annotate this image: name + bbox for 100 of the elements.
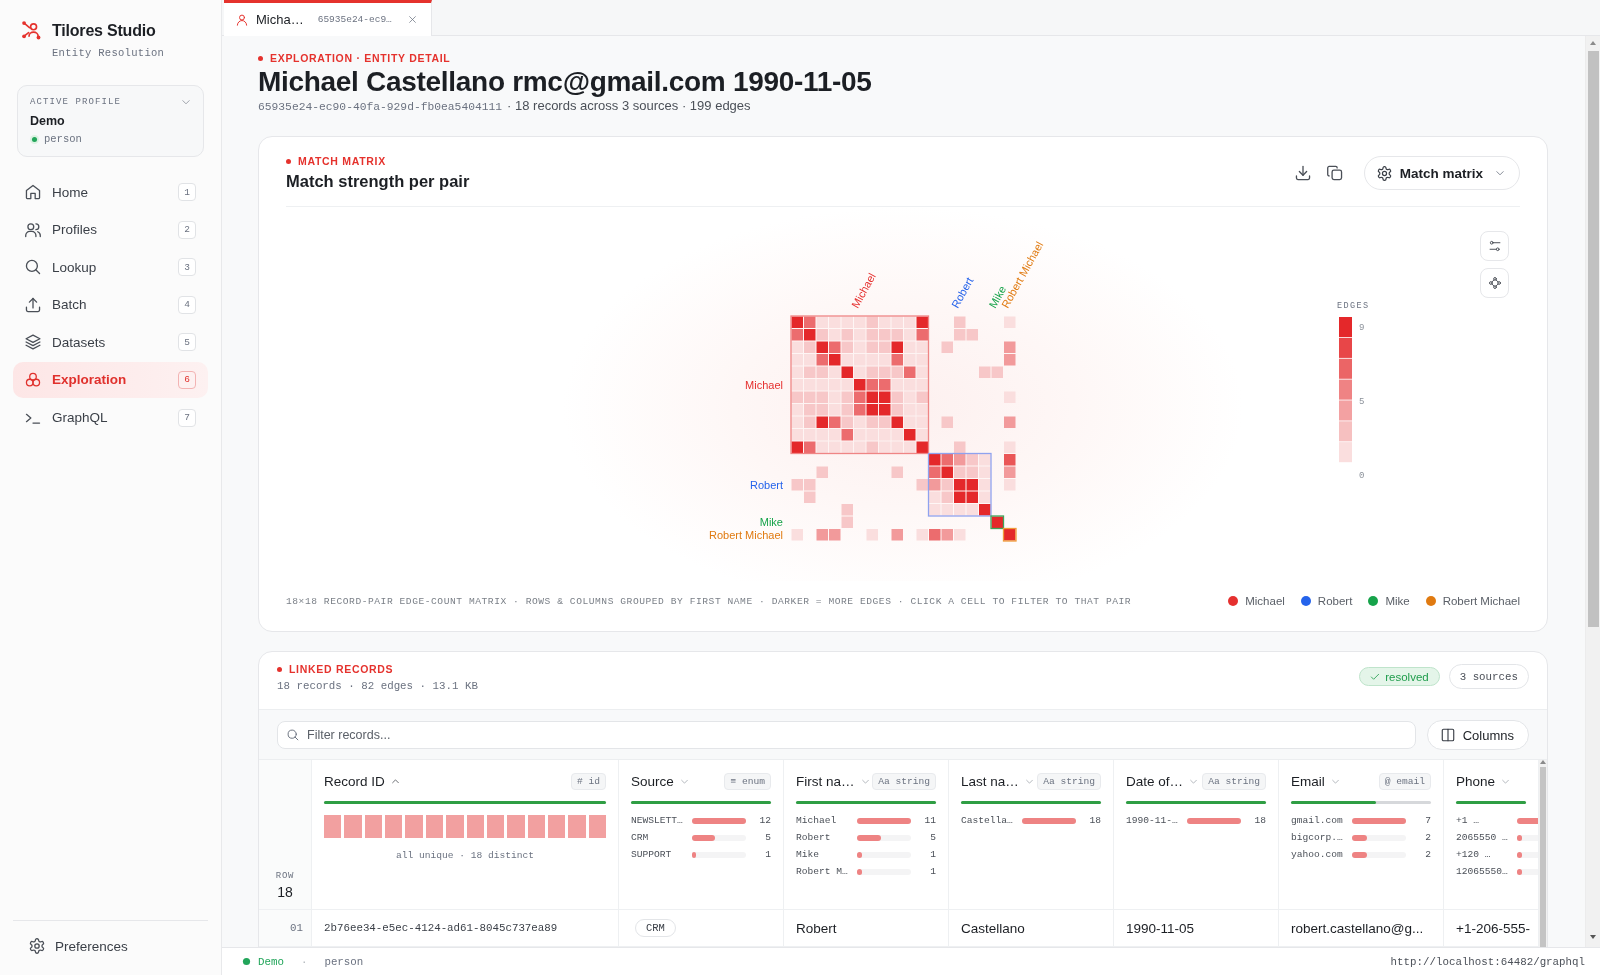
entity-summary: · 18 records across 3 sources · 199 edges	[507, 97, 751, 115]
frequency-track	[1187, 817, 1241, 824]
check-icon	[1370, 671, 1381, 682]
section-eyebrow: LINKED RECORDS	[289, 663, 394, 675]
network-button[interactable]	[1480, 268, 1509, 298]
legend-label: Robert	[1317, 595, 1353, 607]
nav-item[interactable]: Profiles 2	[13, 211, 208, 248]
value-label: Michael	[796, 815, 838, 826]
value-label: +1 …	[1456, 815, 1481, 826]
circles-icon	[25, 371, 41, 388]
profile-label: ACTIVE PROFILE	[30, 97, 121, 107]
column-type-tag: ≡ enum	[724, 772, 771, 790]
column-header[interactable]: Record ID	[324, 773, 400, 789]
columns-button[interactable]: Columns	[1426, 720, 1529, 750]
value-label: gmail.com	[1291, 815, 1344, 826]
chevron-down-icon	[1495, 168, 1505, 178]
scroll-up-arrow-icon[interactable]	[1590, 41, 1596, 45]
sliders-icon	[1488, 240, 1501, 252]
column-header[interactable]: First na…	[796, 773, 870, 789]
tab[interactable]: Micha… 65935e24-ec9…	[224, 0, 432, 36]
profile-type: person	[44, 133, 82, 145]
row-count: 18	[277, 884, 293, 900]
value-count: 1	[929, 849, 936, 860]
scroll-down-arrow-icon[interactable]	[1590, 935, 1596, 939]
column-type-tag: # id	[570, 772, 606, 790]
columns-icon	[1440, 728, 1455, 742]
frequency-track	[857, 834, 911, 841]
shortcut-key: 2	[178, 220, 196, 239]
column-header[interactable]: Source	[631, 773, 689, 789]
colorbar-tick: 5	[1359, 397, 1365, 407]
nav-item[interactable]: Datasets 5	[13, 324, 208, 361]
preferences-button[interactable]: Preferences	[13, 934, 128, 958]
gear-icon	[29, 938, 45, 954]
frequency-track	[857, 817, 911, 824]
status-type: person	[324, 955, 364, 968]
column-type-tag: Aa string	[1037, 772, 1101, 790]
shortcut-key: 1	[178, 183, 196, 201]
nav-item[interactable]: GraphQL 7	[13, 399, 208, 436]
frequency-track	[1022, 817, 1076, 824]
value-label: CRM	[631, 832, 650, 843]
count-pill: 3 sources	[1448, 664, 1529, 689]
sliders-button[interactable]	[1480, 231, 1509, 261]
value-label: Castella…	[961, 815, 1014, 826]
frequency-track	[1352, 851, 1406, 858]
endpoint-url: http://localhost:64482/graphql	[1390, 955, 1585, 968]
value-label: Robert	[796, 832, 832, 843]
filter-field[interactable]: Filter records...	[277, 721, 1416, 749]
frequency-track	[857, 868, 911, 875]
value-label: 12065550…	[1456, 866, 1509, 877]
value-label: NEWSLETT…	[631, 815, 684, 826]
colorbar-tick: 9	[1359, 323, 1365, 333]
scrollbar[interactable]	[1539, 760, 1547, 947]
bullet-dot-icon	[286, 158, 291, 164]
close-button[interactable]	[406, 13, 419, 26]
legend-label: Michael	[1245, 595, 1285, 607]
column-header[interactable]: Last na…	[961, 773, 1034, 789]
value-label: Mike	[796, 849, 821, 860]
column-header[interactable]: Email	[1291, 773, 1340, 789]
entity-id: 65935e24-ec90-40fa-929d-fb0ea5404111	[258, 100, 503, 115]
status-separator: ·	[300, 955, 308, 968]
upload-icon	[25, 296, 41, 313]
profile-selector[interactable]: ACTIVE PROFILE Demo person	[17, 85, 204, 157]
value-count: 1	[764, 849, 771, 860]
search-icon	[287, 729, 299, 741]
scrollbar[interactable]	[1585, 36, 1600, 947]
column-header[interactable]: Date of…	[1126, 773, 1199, 789]
nav-item[interactable]: Lookup 3	[13, 249, 208, 286]
tab-entity-id: 65935e24-ec9…	[317, 14, 392, 25]
row-group-label: Mike	[759, 516, 783, 529]
shortcut-key: 6	[178, 370, 196, 389]
status-profile: Demo	[258, 955, 284, 968]
app-name: Tilores Studio	[52, 21, 157, 40]
bullet-dot-icon	[277, 666, 282, 672]
value-count: 18	[1253, 815, 1266, 826]
match-matrix-heatmap[interactable]	[790, 315, 1017, 542]
value-count: 11	[923, 815, 936, 826]
shortcut-key: 5	[178, 333, 196, 352]
shortcut-key: 7	[178, 408, 196, 427]
legend-label: Robert Michael	[1442, 595, 1520, 607]
nav-item[interactable]: Home 1	[13, 174, 208, 210]
scroll-up-arrow-icon[interactable]	[1540, 760, 1546, 764]
value-label: +120 …	[1456, 849, 1492, 860]
column-type-tag: @ email	[1378, 772, 1431, 790]
nodes-logo-icon	[22, 21, 41, 40]
row-header-label: ROW	[275, 871, 295, 881]
value-count: 7	[1424, 815, 1431, 826]
layers-icon	[25, 334, 41, 351]
search-icon	[25, 259, 41, 276]
frequency-track	[1352, 834, 1406, 841]
card-title: Match strength per pair	[286, 171, 470, 192]
column-header[interactable]: Phone	[1456, 773, 1511, 789]
row-group-label: Michael	[745, 378, 783, 391]
home-icon	[25, 184, 41, 200]
chevron-down-icon	[181, 97, 191, 107]
view-menu-button[interactable]: Match matrix	[1363, 156, 1520, 190]
copy-icon	[1326, 165, 1343, 181]
nav-item[interactable]: Exploration 6	[13, 361, 208, 398]
shortcut-key: 4	[178, 295, 196, 314]
nav-item[interactable]: Batch 4	[13, 286, 208, 323]
network-icon	[1488, 277, 1501, 289]
